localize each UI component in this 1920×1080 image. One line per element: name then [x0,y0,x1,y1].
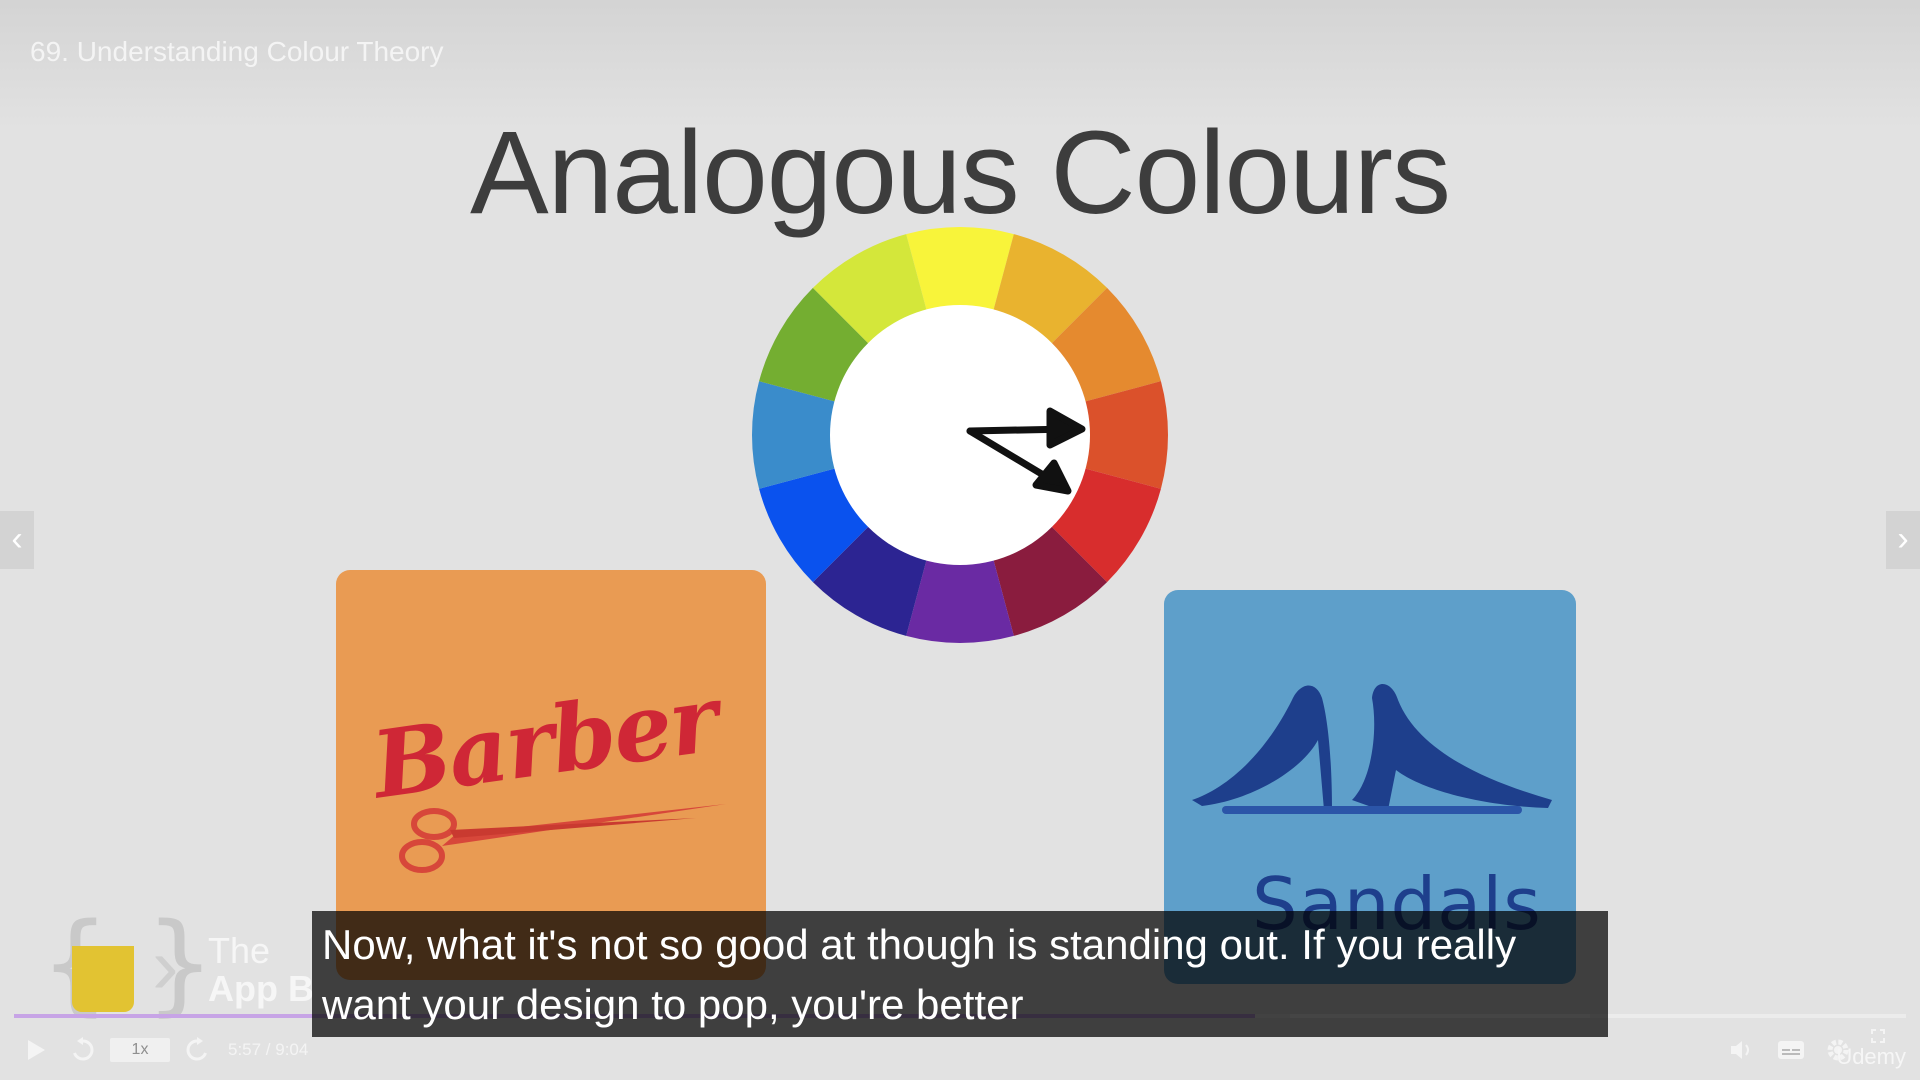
volume-button[interactable] [1726,1030,1758,1070]
rewind-button[interactable] [66,1030,100,1070]
chevron-left-icon: ‹ [11,520,23,558]
play-icon [28,1040,45,1060]
captions-icon [1778,1041,1804,1059]
previous-slide-button[interactable]: ‹ [0,511,34,569]
scissors-icon [399,804,726,873]
volume-icon [1731,1041,1749,1059]
beer-cup-icon [72,946,134,1012]
high-heels-icon [1192,683,1552,814]
playback-speed-button[interactable]: 1x [110,1038,170,1062]
chevron-right-icon: › [1897,520,1909,558]
time-display: 5:57 / 9:04 [228,1040,309,1059]
udemy-watermark: Udemy [1836,1044,1906,1069]
caption-line-2: want your design to pop, you're better [322,981,1024,1028]
play-button[interactable] [20,1030,52,1070]
player-controls: 1x 5:57 / 9:04 Udemy [0,1029,1920,1070]
colour-wheel [752,227,1168,643]
rewind-icon [73,1037,94,1061]
lecture-title: 69. Understanding Colour Theory [30,36,444,67]
forward-icon [186,1037,207,1061]
forward-button[interactable] [180,1030,214,1070]
chevron-right-logo-icon: › [152,921,179,1010]
fullscreen-icon [1871,1029,1885,1043]
video-player[interactable]: 69. Understanding Colour Theory Analogou… [0,0,1920,1080]
caption-line-1: Now, what it's not so good at though is … [322,921,1517,968]
captions-button[interactable] [1774,1030,1808,1070]
next-slide-button[interactable]: › [1886,511,1920,569]
logo-text-brand: App B [208,968,314,1009]
logo-text-the: The [208,930,271,971]
slide-title: Analogous Colours [469,107,1451,239]
subtitle-caption: Now, what it's not so good at though is … [312,911,1608,1037]
